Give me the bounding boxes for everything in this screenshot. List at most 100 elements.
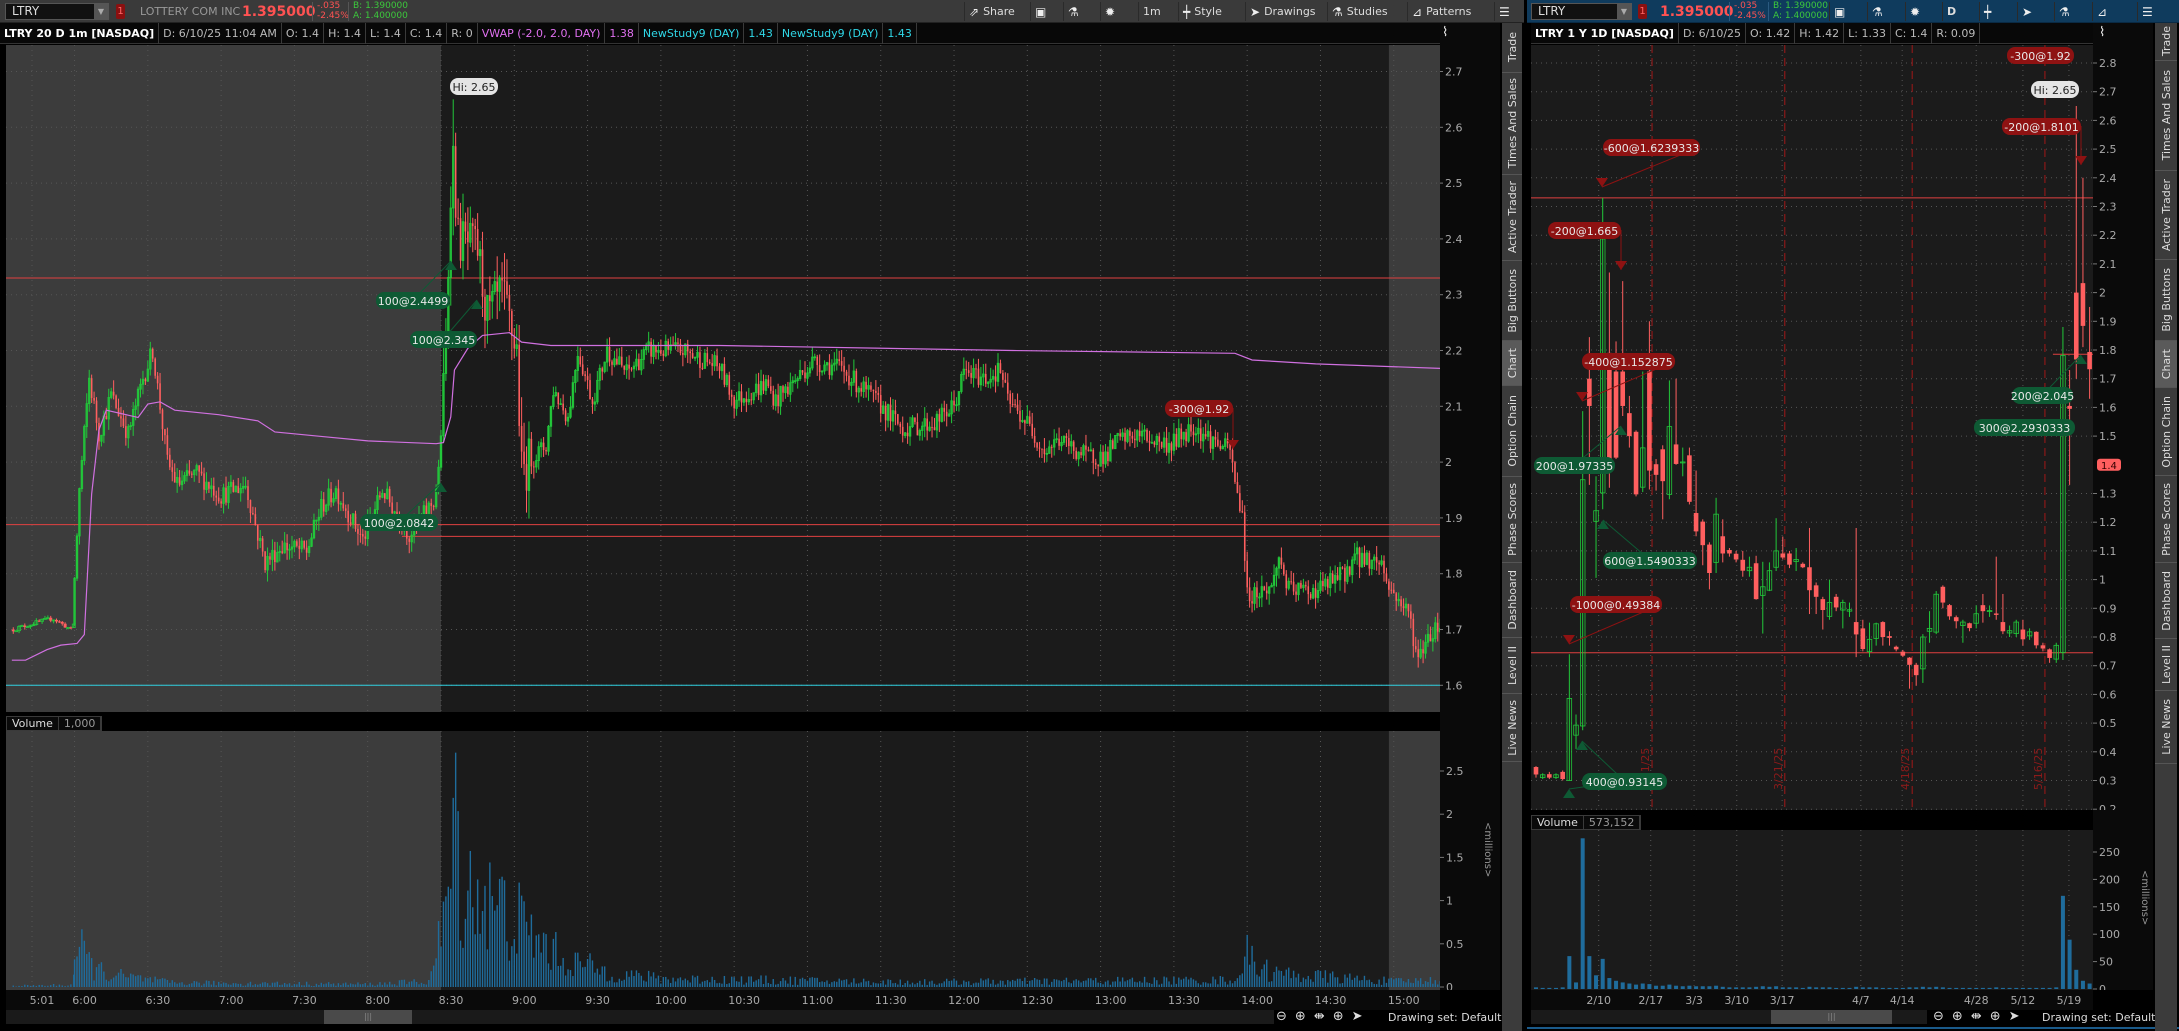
horizontal-scrollbar[interactable]: ||| [1531,1010,1927,1024]
study-label[interactable]: NewStudy9 (DAY) [778,22,884,44]
pointer-icon[interactable]: ➤ [1352,1009,1363,1024]
candle-down [156,375,159,384]
volume-tick-label: 1 [1446,895,1453,908]
drawings-button[interactable]: ➤ [2017,2,2036,21]
alert-button[interactable]: ▣ [1829,2,1849,21]
volume-bar [1834,987,1839,989]
tab-phase-scores[interactable]: Phase Scores [2155,476,2177,563]
tab-active-trader[interactable]: Active Trader [2155,171,2177,260]
volume-bar [1390,977,1393,987]
pointer-icon[interactable]: ➤ [2009,1009,2020,1024]
zoom-in-icon[interactable]: ⊕ [1952,1009,1963,1024]
link-badge[interactable]: 1 [116,4,125,19]
symbol-selector[interactable]: LTRY ▼ [5,3,109,20]
menu-button[interactable]: ☰ [1494,2,1514,21]
pan-icon[interactable]: ⇼ [1314,1009,1325,1024]
price-tick-label: 0.8 [2099,631,2117,644]
volume-bar [320,982,322,987]
volume-bar [672,977,674,987]
patterns-button[interactable]: ⊿ Patterns [1407,2,1475,21]
tab-option-chain[interactable]: Option Chain [1502,386,1522,477]
tab-level-ii[interactable]: Level II [2155,639,2177,691]
tab-level-ii[interactable]: Level II [1502,638,1522,694]
zoom-out-icon[interactable]: ⊖ [1933,1009,1944,1024]
date-tick-label: 5/12 [2011,994,2036,1007]
tab-live-news[interactable]: Live News [1502,694,1522,762]
tab-big-buttons[interactable]: Big Buttons [1502,261,1522,341]
intraday-price-pane[interactable]: Hi: 2.65 100@2.4499 100@2.345 100@2.0842 -30… [6,45,1440,712]
flask-button[interactable]: ⚗ [1867,2,1887,21]
style-button[interactable]: ┿ Style [1178,2,1226,21]
zoom-in-icon[interactable]: ⊕ [1295,1009,1306,1024]
settings-button[interactable]: ✹ [1905,2,1924,21]
horizontal-scrollbar[interactable]: ||| [6,1010,1274,1024]
candle-down [122,418,125,427]
share-button[interactable]: ⇗ Share [964,2,1019,21]
timeframe-button[interactable]: 1m [1138,2,1165,21]
candle-down [1204,434,1207,437]
candle-down [508,294,511,311]
price-axis[interactable]: 2.8 2.7 2.6 2.5 2.4 2.3 2.2 2.1 2 1.9 1.8 1.7 1.6 1.5… [2093,45,2153,810]
volume-bar [1268,981,1270,987]
tab-active-trader[interactable]: Active Trader [1502,175,1522,261]
volume-bar [1112,981,1114,987]
tab-trade[interactable]: Trade [2155,23,2177,61]
scrollbar-thumb[interactable]: ||| [1771,1010,1892,1024]
tab-label: Times And Sales [2159,70,2173,161]
volume-header: Volume 1,000 [6,716,103,731]
autoscale-icon[interactable]: ⌇ [2099,25,2105,40]
style-button[interactable]: ┿ [1979,2,1995,21]
zoom-out-icon[interactable]: ⊖ [1276,1009,1287,1024]
volume-bar [252,985,254,987]
drawing-set-selector[interactable]: Drawing set: Default [2042,1011,2155,1024]
candle-down [1068,438,1070,446]
candle-down [476,229,479,256]
volume-bar [362,984,364,987]
patterns-button[interactable]: ⊿ [2092,2,2111,21]
settings-button[interactable]: ✹ [1100,2,1119,21]
volume-bar [770,984,772,987]
tab-times-and-sales[interactable]: Times And Sales [1502,73,1522,175]
alert-button[interactable]: ▣ [1030,2,1050,21]
candle-down [933,427,936,431]
tab-big-buttons[interactable]: Big Buttons [2155,260,2177,341]
studies-button[interactable]: ⚗ [2054,2,2074,21]
tab-dashboard[interactable]: Dashboard [1502,563,1522,638]
volume-bar [200,985,203,987]
chevron-down-icon[interactable]: ▼ [1617,4,1631,19]
scrollbar-thumb[interactable]: ||| [324,1010,412,1024]
tab-times-and-sales[interactable]: Times And Sales [2155,61,2177,171]
tab-option-chain[interactable]: Option Chain [2155,388,2177,476]
tab-live-news[interactable]: Live News [2155,691,2177,764]
tab-phase-scores[interactable]: Phase Scores [1502,477,1522,563]
tab-trade[interactable]: Trade [1502,23,1522,73]
crosshair-icon[interactable]: ⊕ [1333,1009,1344,1024]
menu-button[interactable]: ☰ [2137,2,2157,21]
study-label[interactable]: NewStudy9 (DAY) [639,22,745,44]
price-axis[interactable]: 2.7 2.6 2.5 2.4 2.3 2.2 2.1 2 1.9 1.8 1.7 1.6 [1440,45,1500,712]
autoscale-icon[interactable]: ⌇ [1442,25,1448,40]
tab-dashboard[interactable]: Dashboard [2155,563,2177,639]
studies-button[interactable]: ⚗ Studies [1327,2,1392,21]
crosshair-icon[interactable]: ⊕ [1990,1009,2001,1024]
vwap-study-label[interactable]: VWAP (-2.0, 2.0, DAY) [478,22,606,44]
timeframe-button[interactable]: D [1942,2,1960,21]
volume-bar [562,957,564,987]
tab-chart[interactable]: Chart [1502,341,1522,386]
daily-price-pane[interactable]: 2/21/25 3/21/25 4/18/25 5/16/25-600@1.62393… [1531,45,2093,810]
symbol-selector[interactable]: LTRY ▼ [1531,3,1632,20]
candle-down [953,400,955,406]
drawings-button[interactable]: ➤ Drawings [1245,2,1320,21]
volume-bar [2060,895,2065,989]
link-badge[interactable]: 1 [1638,4,1647,19]
volume-bar [743,984,745,987]
flask-button[interactable]: ⚗ [1063,2,1083,21]
price-tick-label: 1 [2099,574,2106,587]
volume-tick-label: 250 [2099,846,2120,859]
candle-down [264,551,266,571]
pan-icon[interactable]: ⇼ [1971,1009,1982,1024]
price-tick-label: 2.7 [1445,66,1463,79]
chevron-down-icon[interactable]: ▼ [94,4,108,19]
tab-chart[interactable]: Chart [2155,341,2177,388]
drawing-set-selector[interactable]: Drawing set: Default [1388,1011,1501,1024]
